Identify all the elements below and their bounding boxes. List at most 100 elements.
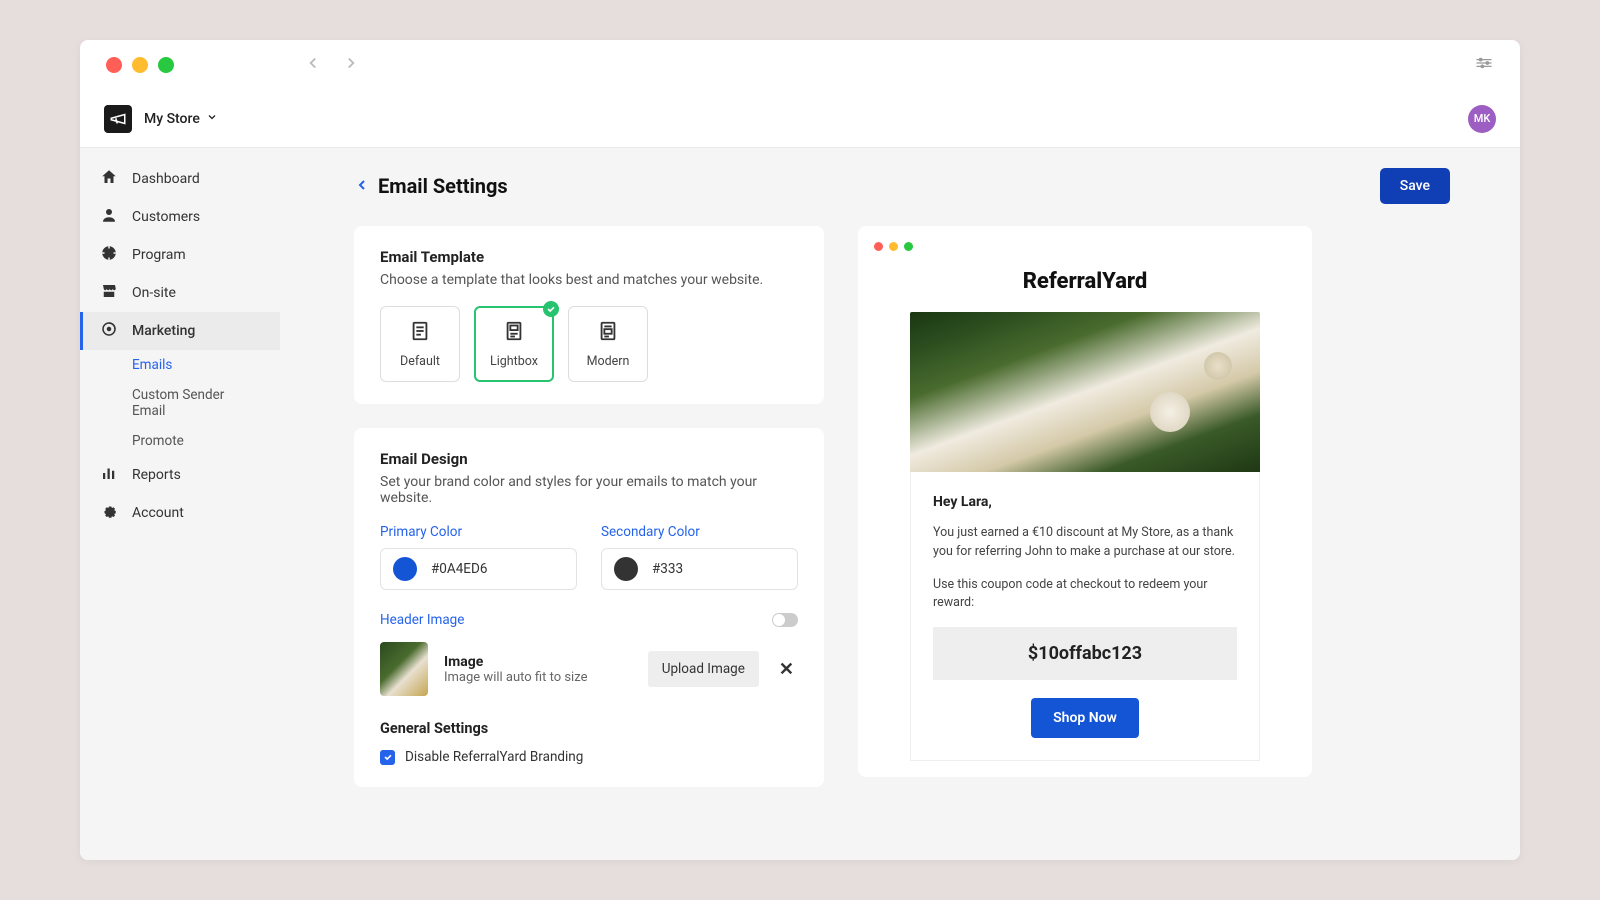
header-image-row: Header Image (380, 612, 798, 628)
back-icon[interactable] (354, 174, 370, 198)
header-image-label: Header Image (380, 612, 464, 628)
close-window-icon[interactable] (106, 57, 122, 73)
preview-hero-image (910, 312, 1260, 472)
settings-column: Email Template Choose a template that lo… (354, 226, 824, 787)
template-label: Lightbox (490, 354, 538, 369)
image-info: Image Image will auto fit to size (444, 654, 632, 685)
coupon-code: $10offabc123 (933, 627, 1237, 680)
preview-brand: ReferralYard (910, 269, 1260, 294)
preview-text-2: Use this coupon code at checkout to rede… (933, 576, 1237, 614)
preview-window-dots (874, 242, 1296, 251)
card-title: Email Template (380, 248, 798, 266)
nav-arrows (304, 54, 360, 76)
settings-icon[interactable] (1474, 53, 1494, 77)
sidebar-item-label: Dashboard (132, 171, 200, 187)
template-default[interactable]: Default (380, 306, 460, 382)
store-selector[interactable]: My Store (144, 111, 218, 127)
primary-color-value: #0A4ED6 (431, 561, 487, 577)
sidebar-item-label: Customers (132, 209, 200, 225)
topbar: My Store MK (80, 90, 1520, 148)
check-icon (543, 301, 559, 317)
card-description: Choose a template that looks best and ma… (380, 272, 798, 288)
avatar[interactable]: MK (1468, 105, 1496, 133)
minimize-window-icon[interactable] (132, 57, 148, 73)
sidebar-item-label: Account (132, 505, 184, 521)
app-window: My Store MK Dashboard Customers Program … (80, 40, 1520, 860)
primary-color-field: Primary Color #0A4ED6 (380, 524, 577, 590)
secondary-color-input[interactable]: #333 (601, 548, 798, 590)
sidebar-item-label: On-site (132, 285, 176, 301)
sidebar-item-onsite[interactable]: On-site (80, 274, 280, 312)
forward-button[interactable] (342, 54, 360, 76)
disable-branding-row[interactable]: Disable ReferralYard Branding (380, 749, 798, 765)
back-button[interactable] (304, 54, 322, 76)
page-title-text: Email Settings (378, 174, 508, 198)
user-icon (100, 206, 118, 228)
sidebar-item-account[interactable]: Account (80, 494, 280, 532)
checkbox-checked-icon (380, 750, 395, 765)
page-title: Email Settings (354, 174, 508, 198)
general-settings-title: General Settings (380, 720, 798, 737)
sidebar-sub-emails[interactable]: Emails (80, 350, 280, 380)
sidebar-item-label: Program (132, 247, 186, 263)
dot-green-icon (904, 242, 913, 251)
store-icon (100, 282, 118, 304)
secondary-color-label: Secondary Color (601, 524, 798, 540)
brand: My Store (104, 105, 218, 133)
store-name-label: My Store (144, 111, 200, 127)
sidebar-item-label: Marketing (132, 323, 195, 339)
dot-yellow-icon (889, 242, 898, 251)
template-label: Modern (587, 354, 630, 369)
shop-now-button[interactable]: Shop Now (1031, 698, 1139, 738)
image-description: Image will auto fit to size (444, 670, 632, 685)
sidebar-item-marketing[interactable]: Marketing (80, 312, 280, 350)
body: Dashboard Customers Program On-site Mark… (80, 148, 1520, 860)
sidebar-item-program[interactable]: Program (80, 236, 280, 274)
preview-inner: ReferralYard Hey Lara, You just earned a… (874, 269, 1296, 761)
page-header: Email Settings Save (354, 168, 1450, 204)
card-description: Set your brand color and styles for your… (380, 474, 798, 506)
secondary-color-field: Secondary Color #333 (601, 524, 798, 590)
content-row: Email Template Choose a template that lo… (354, 226, 1450, 787)
image-document-icon (503, 320, 525, 346)
target-icon (100, 320, 118, 342)
email-preview-card: ReferralYard Hey Lara, You just earned a… (858, 226, 1312, 777)
color-row: Primary Color #0A4ED6 Secondary Color (380, 524, 798, 590)
template-options: Default Lightbox Modern (380, 306, 798, 382)
sidebar-item-reports[interactable]: Reports (80, 456, 280, 494)
sidebar-item-customers[interactable]: Customers (80, 198, 280, 236)
disable-branding-label: Disable ReferralYard Branding (405, 749, 583, 765)
save-button[interactable]: Save (1380, 168, 1450, 204)
secondary-color-value: #333 (652, 561, 683, 577)
email-template-card: Email Template Choose a template that lo… (354, 226, 824, 404)
titlebar (80, 40, 1520, 90)
compass-icon (100, 244, 118, 266)
chart-icon (100, 464, 118, 486)
preview-text-1: You just earned a €10 discount at My Sto… (933, 524, 1237, 562)
sidebar-item-dashboard[interactable]: Dashboard (80, 160, 280, 198)
sidebar-item-label: Reports (132, 467, 181, 483)
gear-icon (100, 502, 118, 524)
main-content: Email Settings Save Email Template Choos… (280, 148, 1520, 860)
image-title: Image (444, 654, 632, 670)
card-title: Email Design (380, 450, 798, 468)
traffic-lights (106, 57, 174, 73)
primary-color-input[interactable]: #0A4ED6 (380, 548, 577, 590)
preview-body: Hey Lara, You just earned a €10 discount… (910, 472, 1260, 761)
brand-icon (104, 105, 132, 133)
remove-image-button[interactable]: ✕ (775, 659, 798, 680)
sidebar-sub-promote[interactable]: Promote (80, 426, 280, 456)
template-modern[interactable]: Modern (568, 306, 648, 382)
layout-icon (597, 320, 619, 346)
primary-color-swatch (393, 557, 417, 581)
primary-color-label: Primary Color (380, 524, 577, 540)
upload-image-button[interactable]: Upload Image (648, 651, 759, 687)
dot-red-icon (874, 242, 883, 251)
template-lightbox[interactable]: Lightbox (474, 306, 554, 382)
sidebar-sub-custom-sender[interactable]: Custom Sender Email (80, 380, 280, 426)
maximize-window-icon[interactable] (158, 57, 174, 73)
header-image-toggle[interactable] (772, 613, 798, 627)
sidebar: Dashboard Customers Program On-site Mark… (80, 148, 280, 860)
home-icon (100, 168, 118, 190)
secondary-color-swatch (614, 557, 638, 581)
